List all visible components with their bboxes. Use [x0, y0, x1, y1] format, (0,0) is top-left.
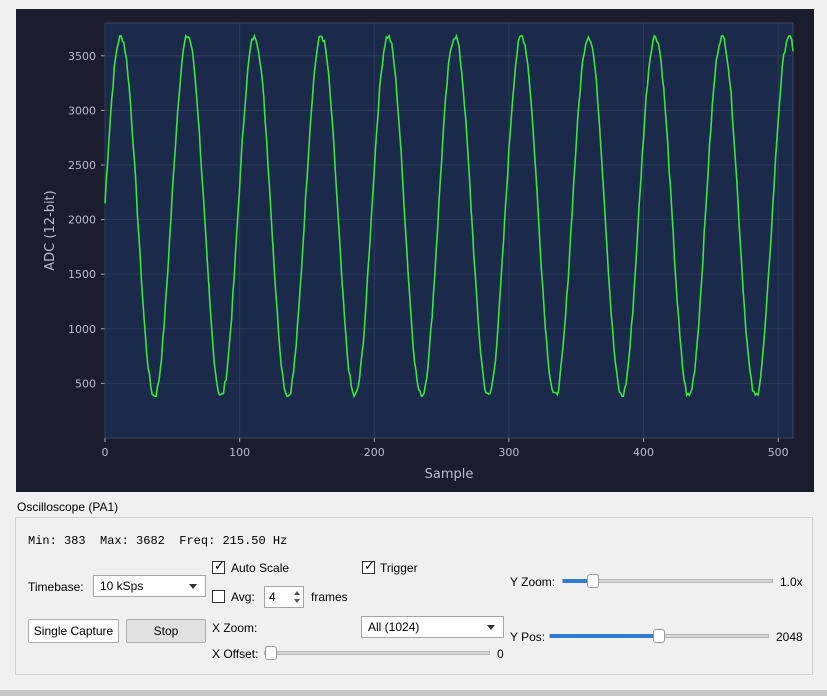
min-value: 383 — [64, 534, 86, 548]
x-tick-label: 200 — [364, 446, 385, 459]
single-capture-button[interactable]: Single Capture — [28, 619, 119, 643]
x-tick-label: 400 — [633, 446, 654, 459]
x-zoom-value: All (1024) — [368, 620, 420, 634]
y-tick-label: 500 — [75, 377, 96, 390]
y-tick-label: 1000 — [68, 323, 96, 336]
x-zoom-label: X Zoom: — [212, 621, 258, 635]
y-pos-label: Y Pos: — [510, 630, 546, 644]
x-tick-label: 300 — [498, 446, 519, 459]
auto-scale-label: Auto Scale — [231, 561, 290, 575]
x-offset-slider[interactable] — [264, 646, 490, 660]
x-offset-label: X Offset: — [212, 647, 259, 661]
spin-up-icon[interactable] — [294, 591, 300, 595]
y-pos-value: 2048 — [776, 630, 803, 644]
x-offset-value: 0 — [497, 647, 504, 661]
plot-panel: 500 1000 1500 2000 2500 3000 3500 0 100 200 300 400… — [16, 9, 814, 492]
stats-line: Min: 383 Max: 3682 Freq: 215.50 Hz — [28, 534, 287, 548]
y-tick-label: 3000 — [68, 104, 96, 117]
chevron-down-icon — [487, 625, 495, 630]
freq-label: Freq: — [179, 534, 216, 548]
x-tick-label: 0 — [102, 446, 109, 459]
x-tick-label: 500 — [768, 446, 789, 459]
timebase-value: 10 kSps — [100, 579, 144, 593]
max-value: 3682 — [136, 534, 165, 548]
avg-frames-value: 4 — [269, 590, 276, 604]
max-label: Max: — [100, 534, 129, 548]
avg-checkbox[interactable] — [212, 590, 225, 603]
x-zoom-select[interactable]: All (1024) — [361, 616, 504, 638]
y-tick-label: 1500 — [68, 268, 96, 281]
avg-frames-spinbox[interactable]: 4 — [264, 586, 304, 608]
y-zoom-value: 1.0x — [780, 575, 803, 589]
x-tick-label: 100 — [229, 446, 250, 459]
chevron-down-icon — [189, 584, 197, 589]
avg-frames-unit: frames — [311, 590, 348, 604]
y-zoom-label: Y Zoom: — [510, 575, 556, 589]
window-bottom-edge — [0, 690, 827, 696]
y-tick-label: 3500 — [68, 50, 96, 63]
y-pos-slider-handle[interactable] — [653, 629, 665, 643]
timebase-select[interactable]: 10 kSps — [93, 575, 206, 597]
trigger-checkbox[interactable]: ✓ — [362, 558, 375, 574]
check-icon: ✓ — [364, 558, 375, 573]
y-axis-label: ADC (12-bit) — [43, 190, 58, 270]
y-zoom-slider[interactable] — [562, 574, 773, 588]
check-icon: ✓ — [214, 558, 225, 573]
group-title: Oscilloscope (PA1) — [17, 500, 119, 514]
timebase-label: Timebase: — [28, 580, 84, 594]
stop-button[interactable]: Stop — [126, 619, 206, 643]
avg-label: Avg: — [231, 590, 255, 604]
trigger-label: Trigger — [380, 561, 418, 575]
freq-value: 215.50 Hz — [222, 534, 288, 548]
auto-scale-checkbox[interactable]: ✓ — [212, 558, 225, 574]
x-axis-label: Sample — [425, 467, 474, 482]
oscilloscope-chart: 500 1000 1500 2000 2500 3000 3500 0 100 200 300 400… — [43, 22, 794, 482]
y-pos-slider-fill — [550, 634, 659, 638]
x-offset-slider-handle[interactable] — [265, 646, 277, 660]
y-zoom-slider-handle[interactable] — [587, 574, 599, 588]
y-tick-label: 2000 — [68, 214, 96, 227]
spin-down-icon[interactable] — [294, 599, 300, 603]
y-pos-slider[interactable] — [549, 629, 769, 643]
y-tick-label: 2500 — [68, 159, 96, 172]
plot-area — [104, 22, 794, 439]
min-label: Min: — [28, 534, 57, 548]
